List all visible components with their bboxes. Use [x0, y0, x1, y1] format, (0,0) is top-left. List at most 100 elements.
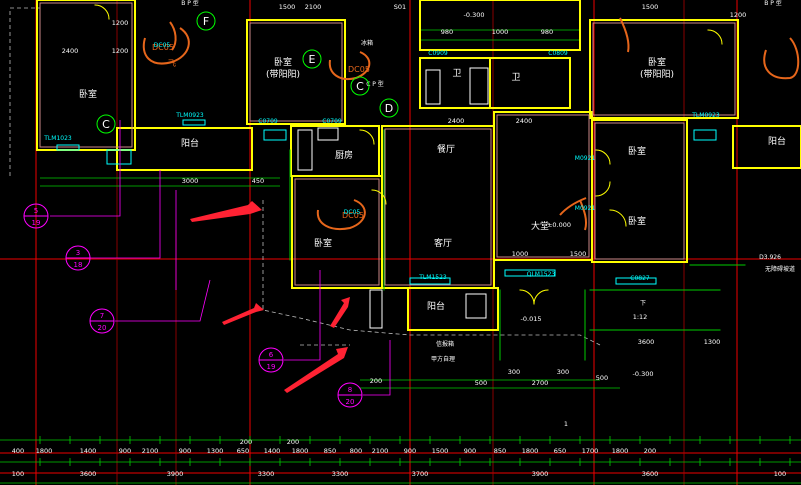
bottom-total-dimension: 3900 — [532, 470, 549, 478]
section-mark-sheet: 19 — [32, 219, 41, 227]
section-mark-number: 7 — [100, 312, 104, 320]
dimension-label: 1200 — [112, 19, 129, 27]
section-mark-number: 8 — [348, 386, 352, 394]
room-label: 卫 — [452, 69, 461, 79]
door-tag: TLM0923 — [175, 112, 204, 119]
dimension-label: 450 — [252, 177, 264, 185]
walls — [36, 0, 801, 361]
dimension-label: 2700 — [532, 379, 549, 387]
axis-bubble-label: E — [309, 53, 316, 66]
room-label: 卧室 — [628, 215, 646, 227]
bottom-dimension: 1800 — [522, 447, 539, 455]
door-tag: DC05 — [344, 209, 361, 216]
axis-bubble-label: F — [203, 15, 209, 28]
door-tag: C0709 — [322, 118, 342, 125]
bottom-total-dimension: 100 — [774, 470, 786, 478]
axis-bubble: C — [96, 114, 116, 134]
bottom-dimension: 1700 — [582, 447, 599, 455]
dimension-label: 1000 — [512, 250, 529, 258]
bottom-dimension: 850 — [494, 447, 506, 455]
bottom-dimension: 1300 — [207, 447, 224, 455]
dimension-label: 500 — [596, 374, 608, 382]
section-mark-sheet: 20 — [98, 324, 107, 332]
dimension-label: 500 — [475, 379, 487, 387]
bottom-total-dimension: 3300 — [332, 470, 349, 478]
room-label: 卧室 — [648, 56, 666, 68]
door-tag: M0921 — [575, 205, 596, 212]
axis-bubble-label: C — [102, 118, 110, 131]
bottom-dimension: 900 — [179, 447, 191, 455]
axis-bubble-label: C — [356, 80, 364, 93]
bottom-dimension-strings: 400 1800 1400 900 2100 900 1300 650 1400 1800 850 8… — [12, 436, 791, 478]
dimension-label: 200 — [370, 377, 382, 385]
door-tag: C0909 — [428, 50, 448, 57]
section-mark: 5 19 — [23, 203, 49, 229]
door-tag: QLM1523 — [527, 271, 556, 278]
room-label: 客厅 — [434, 237, 452, 249]
note-label: 下 — [640, 300, 646, 307]
bottom-dimension: 400 — [12, 447, 24, 455]
bottom-dimension: 1400 — [264, 447, 281, 455]
dimension-label: 1000 — [492, 28, 509, 36]
bottom-small-dimension: 200 — [287, 438, 299, 446]
dimension-label: 300 — [508, 368, 520, 376]
dimension-label: 3000 — [182, 177, 199, 185]
bottom-total-dimension: 3600 — [642, 470, 659, 478]
axis-bubble: F — [196, 11, 216, 31]
note-labels: 信报箱甲方自理D3.926无障碍坡道下冰箱B P 型B P 型C P 型 — [181, 0, 795, 363]
dimension-labels: 2400 120012003000 4502400 2400980 1000 980100… — [62, 3, 747, 428]
door-tag: TLM0923 — [691, 112, 720, 119]
door-tag: M0921 — [575, 155, 596, 162]
dimension-label: 1500 — [279, 3, 296, 11]
bottom-dimension: 650 — [237, 447, 249, 455]
door-tag: C0709 — [258, 118, 278, 125]
dimension-label: 1200 — [730, 11, 747, 19]
bottom-dimension: 850 — [324, 447, 336, 455]
axis-grid-lines — [0, 0, 801, 485]
dimension-label: 2400 — [516, 117, 533, 125]
bottom-dimension: 900 — [404, 447, 416, 455]
dimension-label: ±0.000 — [547, 221, 571, 229]
room-label: 阳台 — [768, 135, 786, 147]
section-mark-sheet: 19 — [267, 363, 276, 371]
dimension-label: 1500 — [570, 250, 587, 258]
bottom-total-dimension: 100 — [12, 470, 24, 478]
bottom-dimension: 1800 — [292, 447, 309, 455]
dimension-label: -0.015 — [521, 315, 542, 323]
bottom-dimension: 1800 — [612, 447, 629, 455]
section-mark-sheet: 18 — [74, 261, 83, 269]
dimension-label: 3600 — [638, 338, 655, 346]
bottom-total-dimension: 3300 — [258, 470, 275, 478]
room-label: (带阳阳) — [640, 69, 674, 80]
bottom-dimension: 1400 — [80, 447, 97, 455]
room-label: (带阳阳) — [266, 69, 300, 80]
bottom-dimension: 1500 — [432, 447, 449, 455]
dimension-label: 2400 — [62, 47, 79, 55]
dimension-label: 1200 — [112, 47, 129, 55]
note-label: B P 型 — [764, 0, 782, 7]
note-label: 甲方自理 — [431, 355, 455, 363]
handwritten-text: 飞 — [168, 59, 176, 68]
door-tag: TLM1023 — [43, 135, 72, 142]
note-label: 信报箱 — [436, 340, 454, 348]
cad-floor-plan-viewport[interactable]: DC05 飞 DC05 DC05 卧室阳台卧室(带阳阳)厨房卫餐厅客厅卧室阳台大… — [0, 0, 801, 485]
section-mark: 6 19 — [258, 347, 284, 373]
dimension-label: 1500 — [642, 3, 659, 11]
dimension-label: 1 — [564, 420, 568, 428]
section-mark-number: 6 — [269, 351, 274, 359]
door-tag: TLM1523 — [418, 274, 447, 281]
handwritten-texts: DC05 飞 DC05 DC05 — [152, 43, 370, 220]
room-label: 卧室 — [79, 88, 97, 100]
bottom-dimension: 650 — [554, 447, 566, 455]
room-label: 卧室 — [628, 145, 646, 157]
room-label: 卧室 — [314, 237, 332, 249]
room-label: 阳台 — [427, 300, 445, 312]
door-tag: C0827 — [630, 275, 650, 282]
bottom-dimension: 900 — [119, 447, 131, 455]
bottom-dimension: 2100 — [372, 447, 389, 455]
bottom-total-dimension: 3600 — [80, 470, 97, 478]
section-mark: 3 18 — [65, 245, 91, 271]
dimension-label: -0.300 — [633, 370, 654, 378]
bottom-dimension: 1800 — [36, 447, 53, 455]
dimension-label: 980 — [541, 28, 553, 36]
